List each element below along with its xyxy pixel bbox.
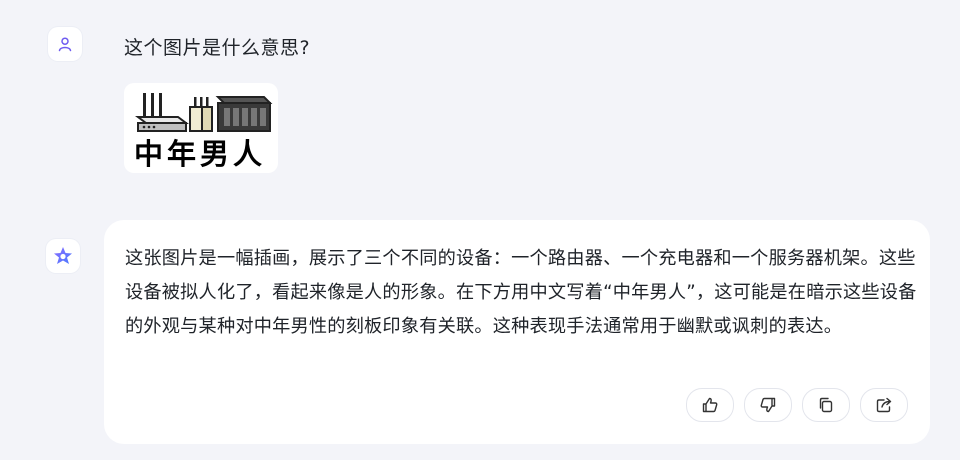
copy-button[interactable] [802,388,850,422]
user-avatar [48,27,82,61]
image-caption: 中年男人 [134,137,267,171]
user-attached-image[interactable]: 中年男人 [124,83,278,173]
thumbs-up-icon [702,397,718,413]
assistant-avatar [46,239,80,273]
message-actions [686,388,908,422]
dislike-button[interactable] [744,388,792,422]
user-icon [58,37,72,52]
share-icon [876,397,892,413]
assistant-logo-icon [54,247,72,264]
user-message-text: 这个图片是什么意思? [124,37,311,59]
assistant-message-text: 这张图片是一幅插画，展示了三个不同的设备：一个路由器、一个充电器和一个服务器机架… [125,248,917,337]
share-button[interactable] [860,388,908,422]
assistant-message-bubble: 这张图片是一幅插画，展示了三个不同的设备：一个路由器、一个充电器和一个服务器机架… [104,220,930,444]
thumbs-down-icon [760,397,776,413]
copy-icon [819,397,833,413]
like-button[interactable] [686,388,734,422]
